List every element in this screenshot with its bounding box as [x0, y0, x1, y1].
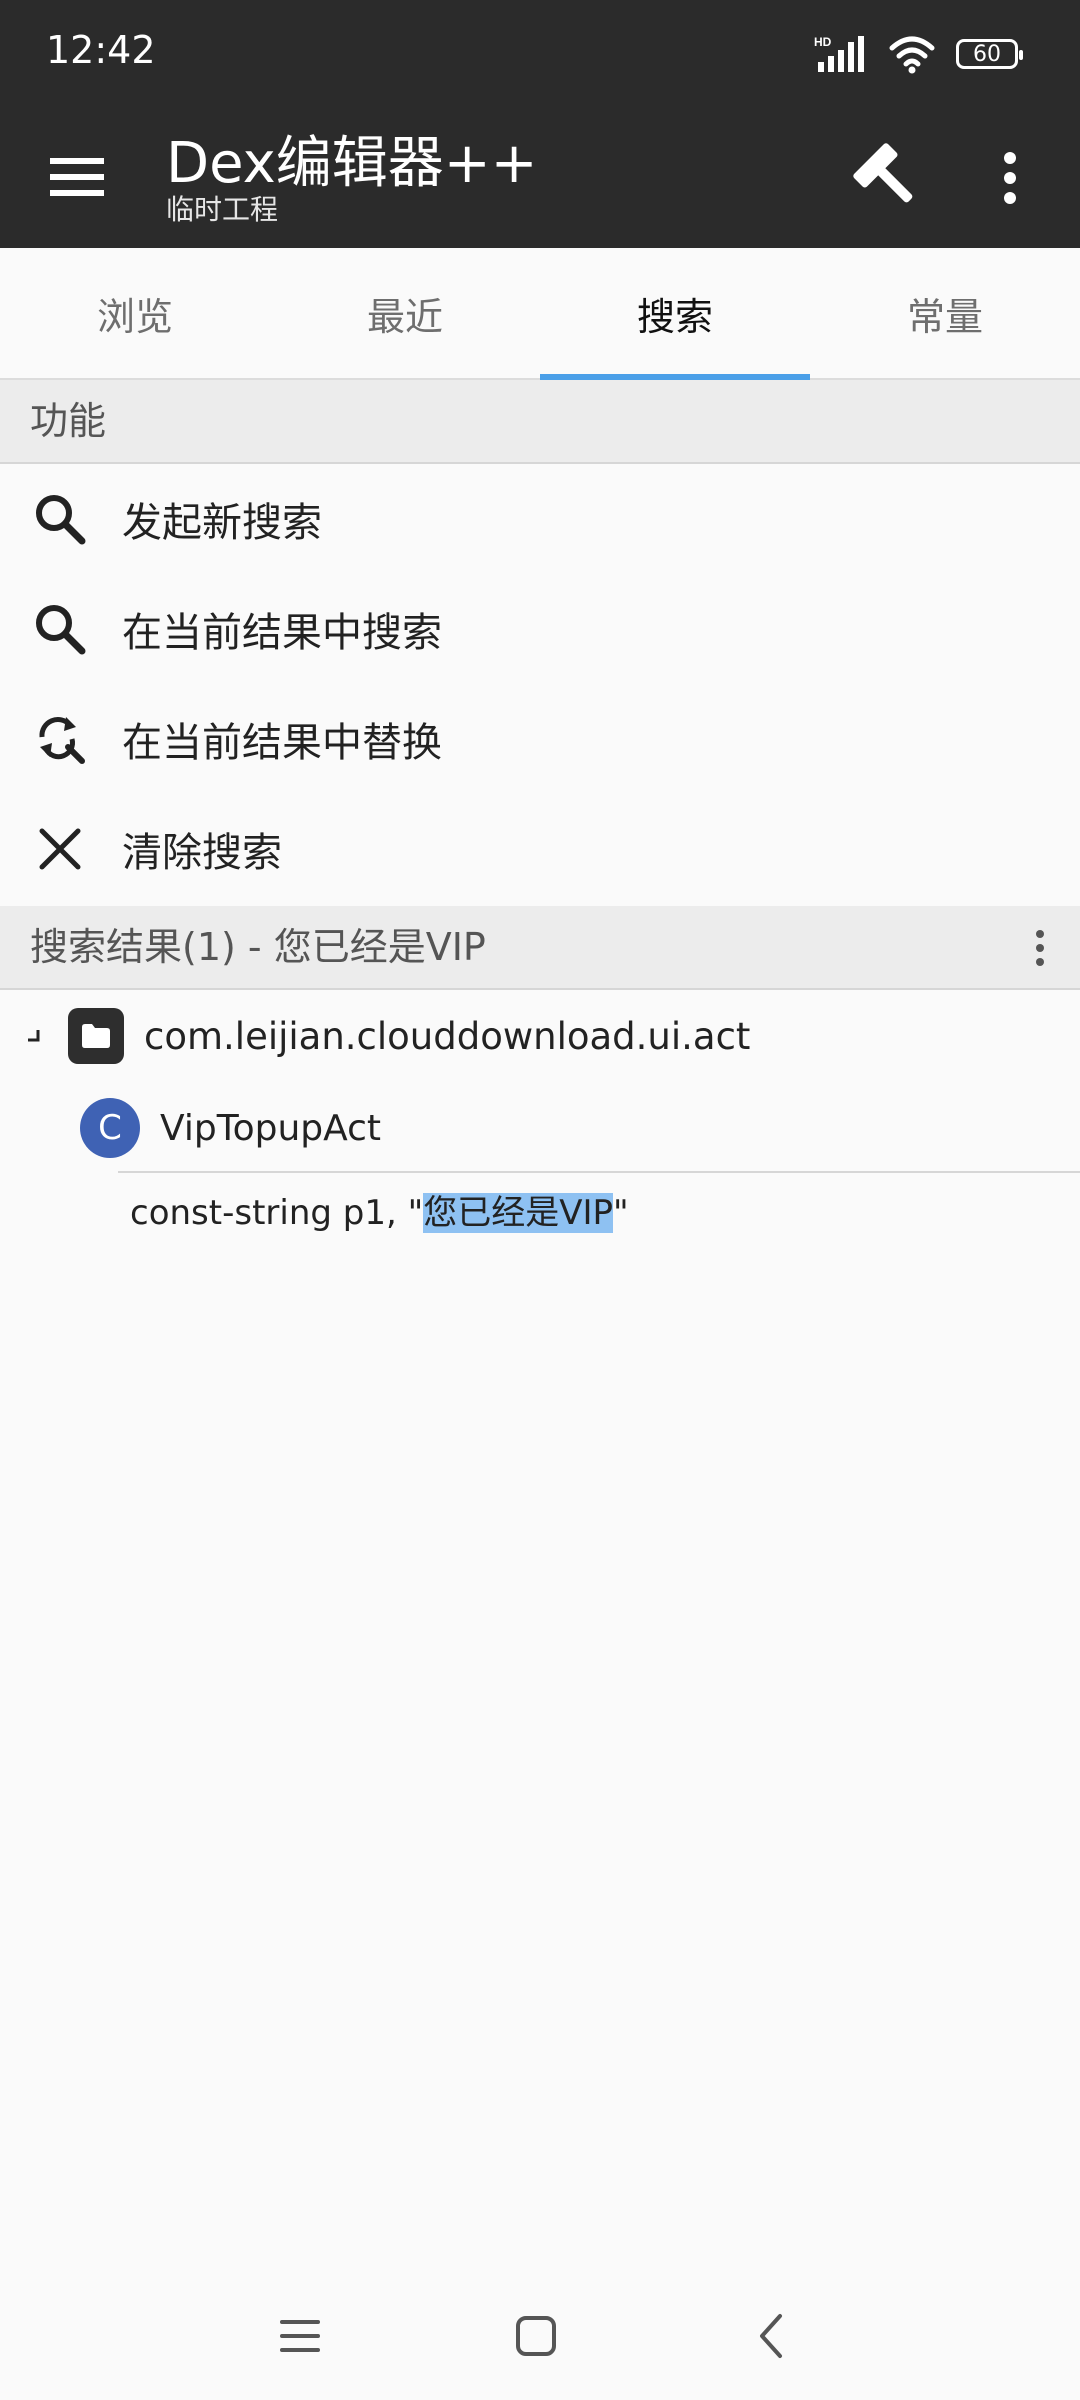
item-label: 在当前结果中替换: [122, 720, 442, 766]
functions-header: 功能: [0, 380, 1080, 464]
tab-browse[interactable]: 浏览: [0, 248, 270, 378]
class-row[interactable]: C VipTopupAct: [0, 1096, 1080, 1160]
section-title: 功能: [30, 399, 107, 443]
more-options-icon[interactable]: [990, 138, 1030, 218]
close-icon: [30, 819, 90, 879]
menu-icon[interactable]: [44, 144, 110, 210]
item-label: 清除搜索: [122, 830, 282, 876]
package-row[interactable]: com.leijian.clouddownload.ui.act: [0, 1006, 1080, 1066]
tab-bar: 浏览 最近 搜索 常量: [0, 248, 1080, 380]
code-text: const-string p1, ": [130, 1193, 424, 1233]
tab-label: 搜索: [636, 294, 713, 339]
results-header: 搜索结果(1) - 您已经是VIP: [0, 906, 1080, 990]
item-label: 在当前结果中搜索: [122, 610, 442, 656]
tab-label: 常量: [906, 294, 983, 339]
class-icon: C: [80, 1098, 140, 1158]
search-in-results-item[interactable]: 在当前结果中搜索: [0, 574, 1080, 684]
section-title: 搜索结果(1) - 您已经是VIP: [30, 925, 486, 969]
recents-icon[interactable]: [270, 2306, 330, 2366]
package-name: com.leijian.clouddownload.ui.act: [144, 1014, 751, 1058]
tab-constants[interactable]: 常量: [810, 248, 1080, 378]
item-label: 发起新搜索: [122, 500, 322, 546]
home-icon[interactable]: [506, 2306, 566, 2366]
system-icons: HD 60: [812, 32, 1023, 76]
app-subtitle: 临时工程: [166, 193, 279, 226]
replace-in-results-item[interactable]: 在当前结果中替换: [0, 684, 1080, 794]
clear-search-item[interactable]: 清除搜索: [0, 794, 1080, 904]
search-icon: [30, 489, 90, 549]
folder-icon: [68, 1008, 124, 1064]
new-search-item[interactable]: 发起新搜索: [0, 464, 1080, 574]
tab-label: 最近: [366, 294, 443, 339]
tab-label: 浏览: [96, 294, 173, 339]
match-highlight: 您已经是VIP: [423, 1193, 614, 1233]
app-bar: Dex编辑器++ 临时工程: [0, 108, 1080, 248]
status-time: 12:42: [46, 28, 156, 72]
result-code-line[interactable]: const-string p1, "您已经是VIP": [130, 1185, 629, 1234]
tab-recent[interactable]: 最近: [270, 248, 540, 378]
collapse-toggle-icon[interactable]: [24, 1026, 44, 1046]
battery-level: 60: [973, 41, 1001, 67]
class-name: VipTopupAct: [160, 1107, 382, 1149]
find-replace-icon: [30, 709, 90, 769]
divider: [118, 1171, 1080, 1173]
hammer-icon[interactable]: [846, 136, 926, 216]
signal-icon: HD: [814, 35, 864, 72]
back-icon[interactable]: [742, 2306, 802, 2366]
more-options-icon[interactable]: [1030, 928, 1050, 968]
navigation-bar: [0, 2290, 1080, 2380]
svg-text:HD: HD: [814, 35, 832, 49]
app-title: Dex编辑器++: [166, 131, 538, 196]
status-bar: 12:42 HD 60: [0, 0, 1080, 108]
wifi-icon: [889, 36, 935, 74]
search-icon: [30, 599, 90, 659]
code-text: ": [613, 1193, 629, 1233]
battery-icon: 60: [956, 39, 1023, 69]
tab-search[interactable]: 搜索: [540, 248, 810, 380]
